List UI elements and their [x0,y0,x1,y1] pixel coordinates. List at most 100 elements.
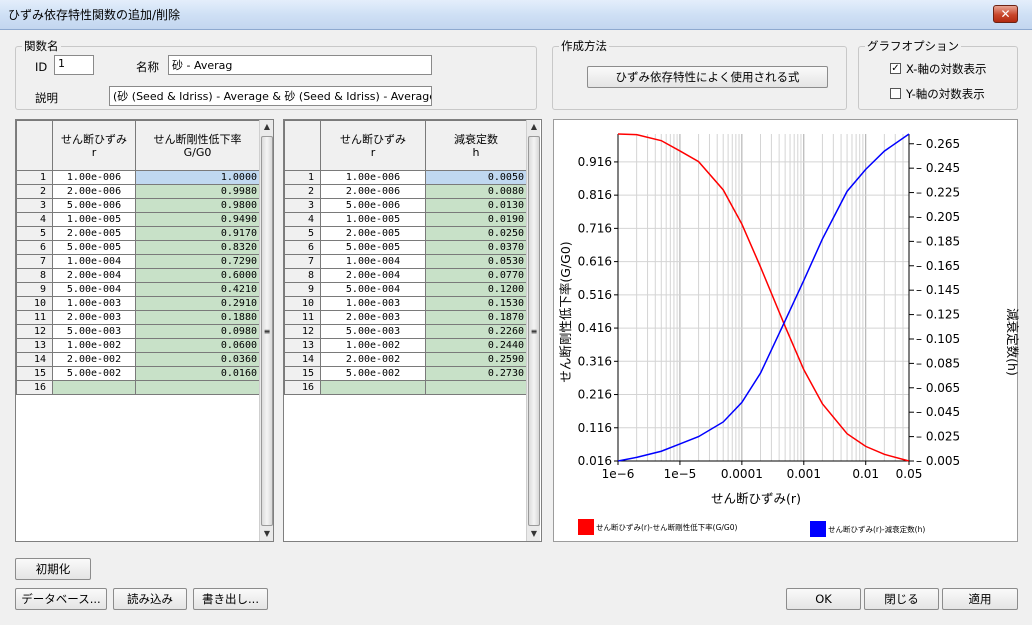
gg0-cell[interactable]: 0.0160 [135,366,260,381]
id-input[interactable]: 1 [54,55,94,75]
table-row[interactable]: 4 1.00e-005 0.0190 [284,212,527,227]
table-row[interactable]: 5 2.00e-005 0.9170 [16,226,260,241]
scroll-thumb[interactable]: ≡ [261,136,273,526]
table-row[interactable]: 12 5.00e-003 0.2260 [284,324,527,339]
gg0-cell[interactable]: 0.1880 [135,310,260,325]
table-row[interactable]: 14 2.00e-002 0.0360 [16,352,260,367]
damping-cell[interactable]: 0.1870 [425,310,527,325]
table-row[interactable]: 9 5.00e-004 0.4210 [16,282,260,297]
table-row[interactable]: 14 2.00e-002 0.2590 [284,352,527,367]
gg0-cell[interactable]: 0.9980 [135,184,260,199]
damping-cell[interactable]: 0.0080 [425,184,527,199]
strain-cell[interactable]: 2.00e-004 [52,268,136,283]
table-row[interactable]: 15 5.00e-002 0.2730 [284,366,527,381]
strain-cell[interactable]: 2.00e-005 [52,226,136,241]
table-row[interactable]: 1 1.00e-006 0.0050 [284,170,527,185]
gg0-cell[interactable]: 0.0980 [135,324,260,339]
table-row[interactable]: 3 5.00e-006 0.0130 [284,198,527,213]
damping-cell[interactable]: 0.2590 [425,352,527,367]
load-button[interactable]: 読み込み [113,588,187,610]
export-button[interactable]: 書き出し... [193,588,268,610]
table-row[interactable]: 11 2.00e-003 0.1870 [284,310,527,325]
table-row[interactable]: 12 5.00e-003 0.0980 [16,324,260,339]
strain-cell[interactable]: 1.00e-004 [52,254,136,269]
table-row[interactable]: 16 [16,380,260,395]
close-button[interactable]: 閉じる [864,588,939,610]
gg0-cell[interactable]: 0.4210 [135,282,260,297]
strain-cell[interactable]: 1.00e-002 [52,338,136,353]
strain-cell[interactable]: 2.00e-005 [320,226,426,241]
strain-cell[interactable] [52,380,136,395]
damping-cell[interactable]: 0.2260 [425,324,527,339]
description-input[interactable]: (砂 (Seed & Idriss) - Average & 砂 (Seed &… [109,86,432,106]
damping-cell[interactable]: 0.0130 [425,198,527,213]
gg0-table-scrollbar[interactable]: ▲ ≡ ▼ [259,120,273,541]
table-row[interactable]: 2 2.00e-006 0.0080 [284,184,527,199]
initialize-button[interactable]: 初期化 [15,558,91,580]
table-row[interactable]: 8 2.00e-004 0.0770 [284,268,527,283]
table-row[interactable]: 15 5.00e-002 0.0160 [16,366,260,381]
table-row[interactable]: 4 1.00e-005 0.9490 [16,212,260,227]
damping-cell[interactable]: 0.0190 [425,212,527,227]
close-window-button[interactable]: ✕ [993,5,1018,23]
table-row[interactable]: 5 2.00e-005 0.0250 [284,226,527,241]
table-row[interactable]: 13 1.00e-002 0.2440 [284,338,527,353]
strain-cell[interactable]: 5.00e-005 [52,240,136,255]
table-row[interactable]: 10 1.00e-003 0.2910 [16,296,260,311]
strain-cell[interactable]: 5.00e-006 [52,198,136,213]
damping-cell[interactable] [425,380,527,395]
column-header-strain[interactable]: せん断ひずみ r [320,120,426,171]
strain-cell[interactable]: 1.00e-003 [52,296,136,311]
damping-cell[interactable]: 0.0250 [425,226,527,241]
table-row[interactable]: 2 2.00e-006 0.9980 [16,184,260,199]
strain-cell[interactable]: 5.00e-004 [52,282,136,297]
scroll-down-arrow-icon[interactable]: ▼ [260,527,274,541]
damping-cell[interactable]: 0.0370 [425,240,527,255]
strain-cell[interactable]: 2.00e-002 [320,352,426,367]
strain-cell[interactable]: 1.00e-006 [52,170,136,185]
gg0-cell[interactable]: 0.2910 [135,296,260,311]
table-row[interactable]: 6 5.00e-005 0.0370 [284,240,527,255]
table-row[interactable]: 16 [284,380,527,395]
strain-cell[interactable]: 1.00e-006 [320,170,426,185]
strain-cell[interactable]: 1.00e-003 [320,296,426,311]
damping-cell[interactable]: 0.2440 [425,338,527,353]
table-row[interactable]: 13 1.00e-002 0.0600 [16,338,260,353]
scroll-up-arrow-icon[interactable]: ▲ [260,120,274,134]
strain-cell[interactable]: 5.00e-004 [320,282,426,297]
damping-cell[interactable]: 0.1530 [425,296,527,311]
ok-button[interactable]: OK [786,588,861,610]
table-row[interactable]: 7 1.00e-004 0.7290 [16,254,260,269]
table-row[interactable]: 10 1.00e-003 0.1530 [284,296,527,311]
strain-cell[interactable]: 2.00e-002 [52,352,136,367]
table-row[interactable]: 9 5.00e-004 0.1200 [284,282,527,297]
damping-cell[interactable]: 0.0050 [425,170,527,185]
table-row[interactable]: 7 1.00e-004 0.0530 [284,254,527,269]
strain-cell[interactable]: 2.00e-006 [52,184,136,199]
gg0-cell[interactable]: 0.0600 [135,338,260,353]
strain-cell[interactable]: 1.00e-005 [52,212,136,227]
table-row[interactable]: 1 1.00e-006 1.0000 [16,170,260,185]
strain-cell[interactable]: 2.00e-003 [320,310,426,325]
strain-cell[interactable]: 5.00e-002 [320,366,426,381]
strain-cell[interactable]: 1.00e-002 [320,338,426,353]
strain-cell[interactable]: 2.00e-004 [320,268,426,283]
common-formula-button[interactable]: ひずみ依存特性によく使用される式 [587,66,828,88]
gg0-cell[interactable]: 0.6000 [135,268,260,283]
gg0-cell[interactable]: 0.0360 [135,352,260,367]
table-row[interactable]: 8 2.00e-004 0.6000 [16,268,260,283]
database-button[interactable]: データベース... [15,588,107,610]
column-header-damping[interactable]: 減衰定数 h [425,120,527,171]
y-log-checkbox[interactable] [890,88,901,99]
gg0-cell[interactable]: 0.9490 [135,212,260,227]
damping-cell[interactable]: 0.0770 [425,268,527,283]
scroll-thumb[interactable]: ≡ [528,136,540,526]
gg0-cell[interactable]: 1.0000 [135,170,260,185]
table-row[interactable]: 11 2.00e-003 0.1880 [16,310,260,325]
damping-cell[interactable]: 0.1200 [425,282,527,297]
strain-cell[interactable]: 5.00e-006 [320,198,426,213]
strain-cell[interactable] [320,380,426,395]
scroll-down-arrow-icon[interactable]: ▼ [527,527,541,541]
table-row[interactable]: 3 5.00e-006 0.9800 [16,198,260,213]
strain-cell[interactable]: 2.00e-006 [320,184,426,199]
